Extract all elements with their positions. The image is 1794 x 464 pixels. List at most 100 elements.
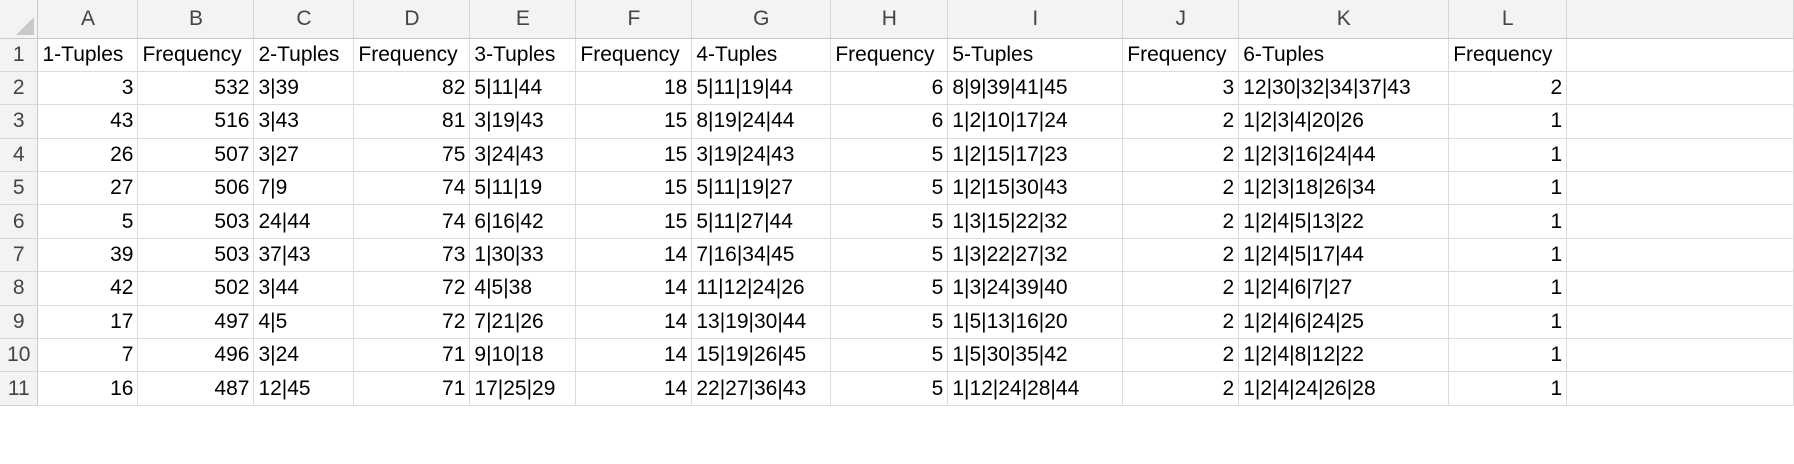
cell-e2[interactable]: 5|11|44 bbox=[469, 71, 577, 106]
cell-blank[interactable] bbox=[1566, 138, 1794, 173]
cell-b9[interactable]: 497 bbox=[137, 305, 255, 340]
cell-e11[interactable]: 17|25|29 bbox=[469, 371, 577, 406]
cell-a11[interactable]: 16 bbox=[37, 371, 139, 406]
column-header-i[interactable]: I bbox=[947, 0, 1124, 39]
cell-k5[interactable]: 1|2|3|18|26|34 bbox=[1238, 171, 1450, 206]
cell-j4[interactable]: 2 bbox=[1122, 138, 1240, 173]
cell-i4[interactable]: 1|2|15|17|23 bbox=[947, 138, 1124, 173]
row-header[interactable]: 1 bbox=[0, 38, 39, 72]
row-header[interactable]: 3 bbox=[0, 104, 39, 139]
cell-f2[interactable]: 18 bbox=[575, 71, 693, 106]
cell-c6[interactable]: 24|44 bbox=[253, 204, 355, 239]
cell-h2[interactable]: 6 bbox=[830, 71, 949, 106]
cell-c11[interactable]: 12|45 bbox=[253, 371, 355, 406]
column-header-c[interactable]: C bbox=[253, 0, 355, 39]
cell-blank[interactable] bbox=[1566, 238, 1794, 273]
cell-h8[interactable]: 5 bbox=[830, 271, 949, 306]
cell-f11[interactable]: 14 bbox=[575, 371, 693, 406]
column-header-b[interactable]: B bbox=[137, 0, 255, 39]
cell-f9[interactable]: 14 bbox=[575, 305, 693, 340]
row-header[interactable]: 5 bbox=[0, 171, 39, 206]
cell-j7[interactable]: 2 bbox=[1122, 238, 1240, 273]
cell-e5[interactable]: 5|11|19 bbox=[469, 171, 577, 206]
cell-a10[interactable]: 7 bbox=[37, 338, 139, 373]
cell-blank[interactable] bbox=[1566, 171, 1794, 206]
cell-i11[interactable]: 1|12|24|28|44 bbox=[947, 371, 1124, 406]
cell-g11[interactable]: 22|27|36|43 bbox=[691, 371, 832, 406]
cell-b6[interactable]: 503 bbox=[137, 204, 255, 239]
cell-e3[interactable]: 3|19|43 bbox=[469, 104, 577, 139]
cell-k11[interactable]: 1|2|4|24|26|28 bbox=[1238, 371, 1450, 406]
cell-h3[interactable]: 6 bbox=[830, 104, 949, 139]
cell-d8[interactable]: 72 bbox=[353, 271, 471, 306]
cell-h4[interactable]: 5 bbox=[830, 138, 949, 173]
cell-g1[interactable]: 4-Tuples bbox=[691, 38, 832, 72]
cell-g9[interactable]: 13|19|30|44 bbox=[691, 305, 832, 340]
cell-c4[interactable]: 3|27 bbox=[253, 138, 355, 173]
column-header-a[interactable]: A bbox=[37, 0, 139, 39]
cell-b11[interactable]: 487 bbox=[137, 371, 255, 406]
cell-blank[interactable] bbox=[1566, 104, 1794, 139]
cell-l8[interactable]: 1 bbox=[1448, 271, 1568, 306]
cell-j6[interactable]: 2 bbox=[1122, 204, 1240, 239]
cell-a4[interactable]: 26 bbox=[37, 138, 139, 173]
cell-j10[interactable]: 2 bbox=[1122, 338, 1240, 373]
cell-d9[interactable]: 72 bbox=[353, 305, 471, 340]
cell-g5[interactable]: 5|11|19|27 bbox=[691, 171, 832, 206]
cell-d10[interactable]: 71 bbox=[353, 338, 471, 373]
cell-f10[interactable]: 14 bbox=[575, 338, 693, 373]
cell-e10[interactable]: 9|10|18 bbox=[469, 338, 577, 373]
cell-l1[interactable]: Frequency bbox=[1448, 38, 1568, 72]
select-all-button[interactable] bbox=[0, 0, 39, 39]
cell-f7[interactable]: 14 bbox=[575, 238, 693, 273]
cell-a6[interactable]: 5 bbox=[37, 204, 139, 239]
column-header-e[interactable]: E bbox=[469, 0, 577, 39]
cell-l4[interactable]: 1 bbox=[1448, 138, 1568, 173]
cell-k3[interactable]: 1|2|3|4|20|26 bbox=[1238, 104, 1450, 139]
cell-i7[interactable]: 1|3|22|27|32 bbox=[947, 238, 1124, 273]
cell-i3[interactable]: 1|2|10|17|24 bbox=[947, 104, 1124, 139]
cell-j9[interactable]: 2 bbox=[1122, 305, 1240, 340]
row-header[interactable]: 6 bbox=[0, 204, 39, 239]
cell-b7[interactable]: 503 bbox=[137, 238, 255, 273]
cell-k8[interactable]: 1|2|4|6|7|27 bbox=[1238, 271, 1450, 306]
cell-h9[interactable]: 5 bbox=[830, 305, 949, 340]
cell-c2[interactable]: 3|39 bbox=[253, 71, 355, 106]
cell-d4[interactable]: 75 bbox=[353, 138, 471, 173]
cell-g6[interactable]: 5|11|27|44 bbox=[691, 204, 832, 239]
cell-k2[interactable]: 12|30|32|34|37|43 bbox=[1238, 71, 1450, 106]
cell-l9[interactable]: 1 bbox=[1448, 305, 1568, 340]
cell-j1[interactable]: Frequency bbox=[1122, 38, 1240, 72]
cell-c8[interactable]: 3|44 bbox=[253, 271, 355, 306]
cell-k9[interactable]: 1|2|4|6|24|25 bbox=[1238, 305, 1450, 340]
cell-c1[interactable]: 2-Tuples bbox=[253, 38, 355, 72]
cell-k6[interactable]: 1|2|4|5|13|22 bbox=[1238, 204, 1450, 239]
cell-e4[interactable]: 3|24|43 bbox=[469, 138, 577, 173]
cell-i6[interactable]: 1|3|15|22|32 bbox=[947, 204, 1124, 239]
cell-a1[interactable]: 1-Tuples bbox=[37, 38, 139, 72]
cell-d3[interactable]: 81 bbox=[353, 104, 471, 139]
cell-l10[interactable]: 1 bbox=[1448, 338, 1568, 373]
cell-a8[interactable]: 42 bbox=[37, 271, 139, 306]
cell-e1[interactable]: 3-Tuples bbox=[469, 38, 577, 72]
cell-i9[interactable]: 1|5|13|16|20 bbox=[947, 305, 1124, 340]
row-header[interactable]: 7 bbox=[0, 238, 39, 273]
cell-f6[interactable]: 15 bbox=[575, 204, 693, 239]
cell-c7[interactable]: 37|43 bbox=[253, 238, 355, 273]
cell-l3[interactable]: 1 bbox=[1448, 104, 1568, 139]
cell-f3[interactable]: 15 bbox=[575, 104, 693, 139]
cell-d1[interactable]: Frequency bbox=[353, 38, 471, 72]
cell-j8[interactable]: 2 bbox=[1122, 271, 1240, 306]
cell-c3[interactable]: 3|43 bbox=[253, 104, 355, 139]
cell-e6[interactable]: 6|16|42 bbox=[469, 204, 577, 239]
cell-j3[interactable]: 2 bbox=[1122, 104, 1240, 139]
cell-c5[interactable]: 7|9 bbox=[253, 171, 355, 206]
cell-d5[interactable]: 74 bbox=[353, 171, 471, 206]
cell-e9[interactable]: 7|21|26 bbox=[469, 305, 577, 340]
row-header[interactable]: 4 bbox=[0, 138, 39, 173]
cell-blank[interactable] bbox=[1566, 271, 1794, 306]
cell-j11[interactable]: 2 bbox=[1122, 371, 1240, 406]
cell-h5[interactable]: 5 bbox=[830, 171, 949, 206]
cell-c9[interactable]: 4|5 bbox=[253, 305, 355, 340]
cell-i2[interactable]: 8|9|39|41|45 bbox=[947, 71, 1124, 106]
